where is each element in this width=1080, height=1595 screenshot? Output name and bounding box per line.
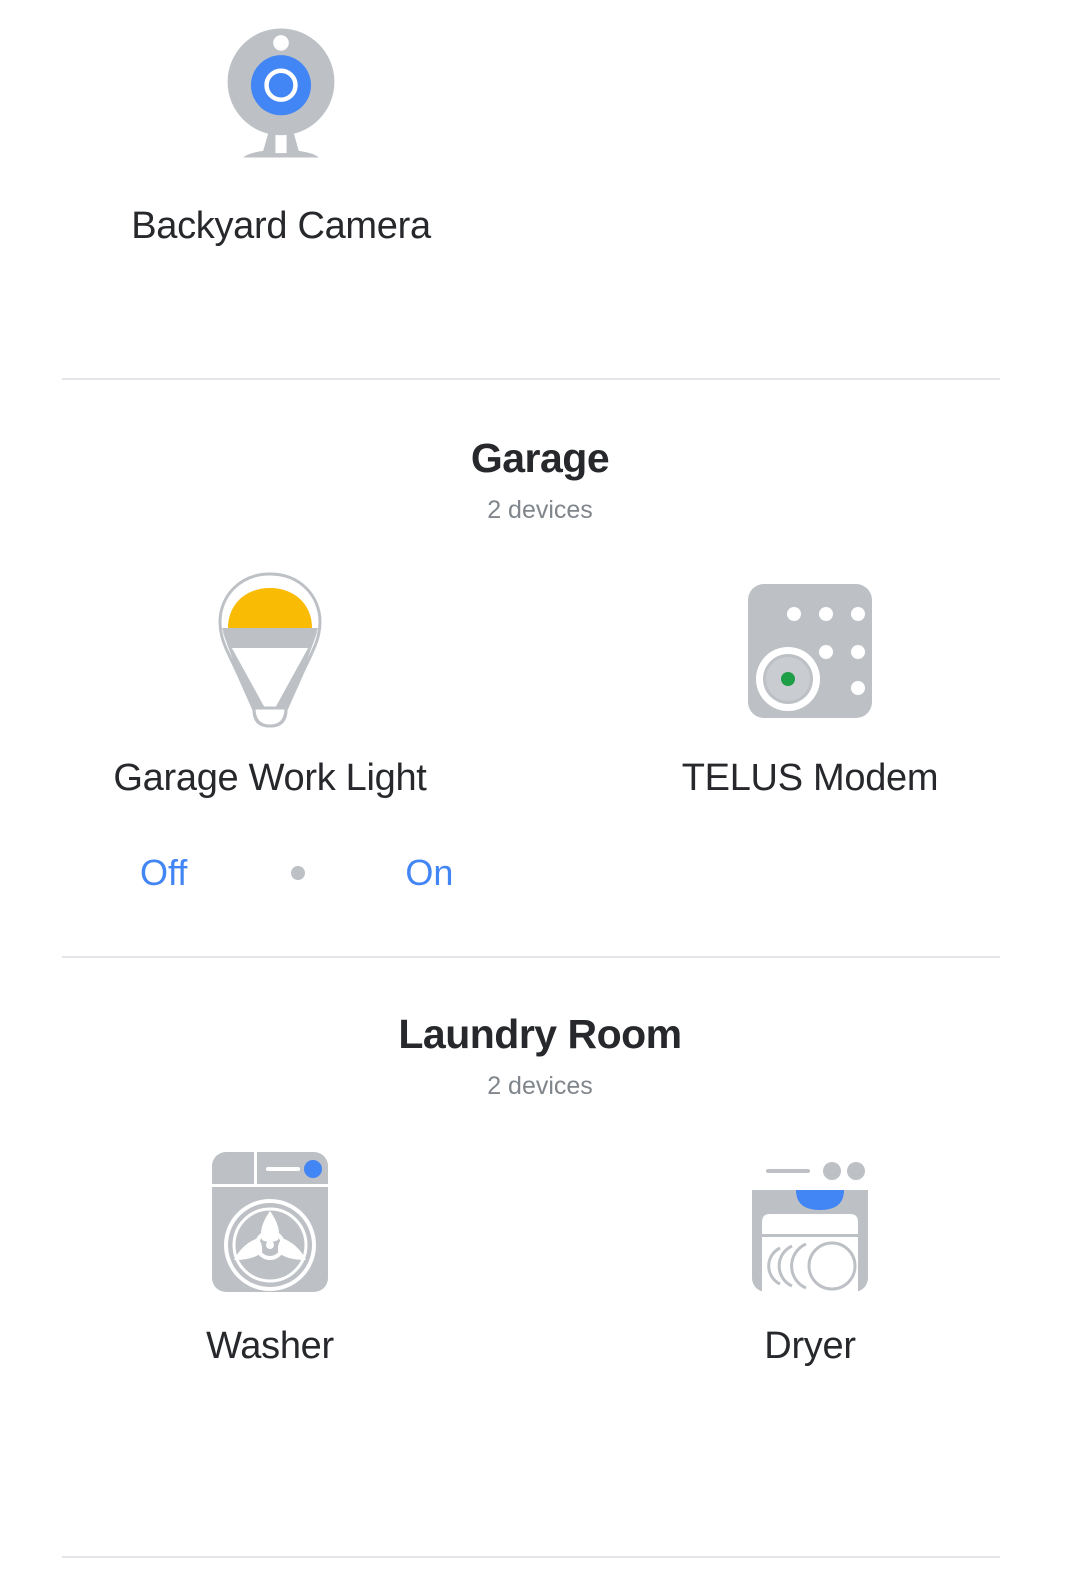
section-divider xyxy=(62,956,1000,958)
room-header-laundry-room: Laundry Room 2 devices xyxy=(0,1014,1080,1099)
room-title: Garage xyxy=(470,435,610,481)
toggle-off-button[interactable]: Off xyxy=(140,855,187,891)
device-label: Dryer xyxy=(764,1325,856,1367)
toggle-on-button[interactable]: On xyxy=(405,855,453,891)
camera-icon xyxy=(196,5,366,180)
device-cell-washer[interactable]: Washer xyxy=(0,1147,540,1365)
light-power-control: Off On xyxy=(140,855,1080,891)
room-device-count: 2 devices xyxy=(487,1072,593,1100)
device-grid-laundry-room: Washer Dryer xyxy=(0,1147,1080,1365)
room-title: Laundry Room xyxy=(398,1011,682,1057)
room-header-garage: Garage 2 devices xyxy=(0,438,1080,523)
device-label: Garage Work Light xyxy=(113,757,427,799)
device-cell-backyard-camera[interactable]: Backyard Camera xyxy=(0,0,562,245)
device-grid-garage: Garage Work Light TELUS Modem xyxy=(0,571,1080,797)
device-cell-dryer[interactable]: Dryer xyxy=(540,1147,1080,1365)
device-cell-telus-modem[interactable]: TELUS Modem xyxy=(540,571,1080,797)
light-bulb-icon xyxy=(195,571,345,731)
toggle-separator-dot xyxy=(291,866,306,880)
device-list-screen: Backyard Camera Garage 2 devices Garage … xyxy=(0,0,1080,1595)
section-divider xyxy=(62,1556,1000,1558)
device-cell-garage-work-light[interactable]: Garage Work Light xyxy=(0,571,540,797)
device-label: Backyard Camera xyxy=(131,205,431,247)
washer-icon xyxy=(195,1147,345,1297)
modem-icon xyxy=(735,571,885,731)
dryer-icon xyxy=(735,1147,885,1297)
room-device-count: 2 devices xyxy=(487,496,593,524)
section-divider xyxy=(62,378,1000,380)
room-section-garage: Garage 2 devices Garage Work Light TELUS… xyxy=(0,438,1080,891)
device-label: TELUS Modem xyxy=(681,757,939,799)
device-label: Washer xyxy=(206,1325,334,1367)
room-section-laundry-room: Laundry Room 2 devices Washer Dryer xyxy=(0,1014,1080,1365)
